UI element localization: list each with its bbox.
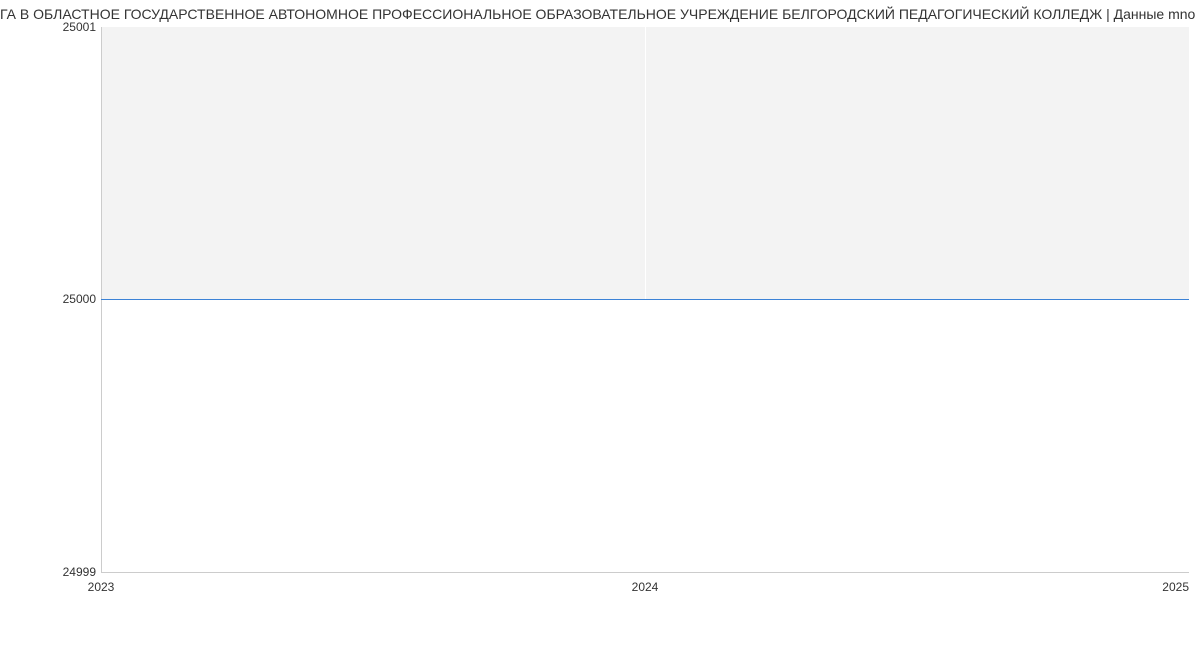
y-tick-label: 24999 xyxy=(0,565,96,579)
x-axis xyxy=(101,572,1189,573)
chart-title: ГА В ОБЛАСТНОЕ ГОСУДАРСТВЕННОЕ АВТОНОМНО… xyxy=(0,6,1200,22)
y-tick-label: 25000 xyxy=(0,292,96,306)
x-tick-label: 2023 xyxy=(88,580,115,594)
x-tick-label: 2024 xyxy=(632,580,659,594)
y-tick-label: 25001 xyxy=(0,20,96,34)
x-tick-label: 2025 xyxy=(1162,580,1189,594)
series-line xyxy=(101,299,1189,300)
